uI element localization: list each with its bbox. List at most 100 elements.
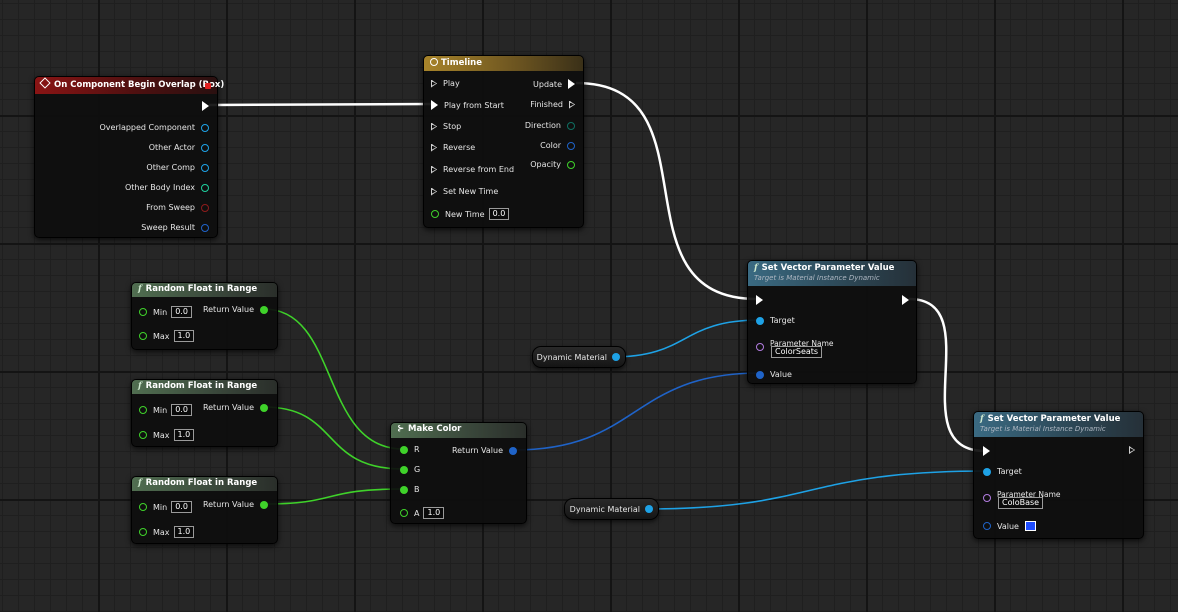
pin-row-other-body-index[interactable]: Other Body Index [125,183,209,192]
make-color-node[interactable]: ⊱ Make Color R G B A 1.0 Return Value [390,422,527,524]
return-value-row[interactable]: Return Value [203,403,268,412]
exec-input-pin[interactable] [431,122,437,131]
exec-input-row[interactable] [756,295,763,305]
max-field[interactable]: 1.0 [173,429,195,441]
b-row[interactable]: B [400,485,420,494]
a-field[interactable]: 1.0 [423,507,445,519]
pin-row-overlapped-component[interactable]: Overlapped Component [99,123,209,132]
color-swatch[interactable] [1024,521,1036,531]
float-pin[interactable] [139,308,147,316]
max-field[interactable]: 1.0 [173,526,195,538]
value-row[interactable]: Value [756,370,792,379]
pin-row-sweep-result[interactable]: Sweep Result [141,223,209,232]
float-pin[interactable] [260,500,268,509]
float-pin[interactable] [139,332,147,340]
min-row[interactable]: Min 0.0 [139,404,192,416]
struct-pin[interactable] [201,223,209,232]
object-pin[interactable] [201,123,209,132]
r-row[interactable]: R [400,445,420,454]
struct-pin[interactable] [983,522,991,530]
timeline-input-play[interactable]: Play [431,79,460,88]
min-field[interactable]: 0.0 [171,306,192,318]
float-pin[interactable] [139,431,147,439]
exec-input-pin[interactable] [431,187,437,196]
timeline-input-reverse[interactable]: Reverse [431,143,475,152]
timeline-input-reverse-from-end[interactable]: Reverse from End [431,165,514,174]
int-pin[interactable] [201,183,209,192]
object-pin[interactable] [983,467,991,476]
random-float-node-2[interactable]: f Random Float in Range Min 0.0 Max 1.0 Ret… [131,379,278,447]
min-row[interactable]: Min 0.0 [139,501,192,513]
return-value-row[interactable]: Return Value [203,305,268,314]
pin-row-other-comp[interactable]: Other Comp [146,163,209,172]
struct-pin[interactable] [567,141,575,150]
timeline-input-stop[interactable]: Stop [431,122,461,131]
exec-input-pin[interactable] [431,79,437,88]
exec-output-row[interactable] [902,295,909,305]
timeline-output-direction[interactable]: Direction [525,121,575,130]
dynamic-material-getter-1[interactable]: Dynamic Material [532,346,626,368]
set-vector-param-node-2[interactable]: f Set Vector Parameter Value Target is Mat… [973,411,1144,539]
random-float-node-1[interactable]: f Random Float in Range Min 0.0 Max 1.0 Ret… [131,282,278,350]
set-vector-param-node-1[interactable]: f Set Vector Parameter Value Target is Mat… [747,260,917,384]
max-field[interactable]: 1.0 [173,330,195,342]
exec-input-row[interactable] [983,446,990,456]
object-pin[interactable] [201,163,209,172]
timeline-output-update[interactable]: Update [533,79,575,89]
target-row[interactable]: Target [756,316,795,325]
struct-pin[interactable] [509,446,517,455]
parameter-name-field[interactable]: ColoBase [998,497,1044,509]
enum-pin[interactable] [567,121,575,130]
a-row[interactable]: A 1.0 [400,507,445,519]
parameter-name-field[interactable]: ColorSeats [771,346,823,358]
exec-output-row[interactable] [1129,446,1135,454]
timeline-output-finished[interactable]: Finished [530,100,575,109]
target-row[interactable]: Target [983,467,1022,476]
exec-input-pin[interactable] [756,295,763,305]
exec-input-pin[interactable] [431,100,438,110]
float-pin[interactable] [260,403,268,412]
pin-row-other-actor[interactable]: Other Actor [149,143,209,152]
timeline-input-new-time[interactable]: New Time 0.0 [431,208,510,220]
max-row[interactable]: Max 1.0 [139,330,195,342]
min-field[interactable]: 0.0 [171,404,192,416]
random-float-node-3[interactable]: f Random Float in Range Min 0.0 Max 1.0 Ret… [131,476,278,544]
exec-output-pin[interactable] [902,295,909,305]
timeline-node[interactable]: Timeline Play Play from Start Stop Rever… [423,55,584,228]
float-pin[interactable] [567,160,575,169]
exec-output-pin[interactable] [568,79,575,89]
return-value-row[interactable]: Return Value [452,446,517,455]
return-value-row[interactable]: Return Value [203,500,268,509]
value-row[interactable]: Value [983,521,1036,531]
min-field[interactable]: 0.0 [171,501,192,513]
name-pin[interactable] [756,343,764,351]
object-pin[interactable] [612,353,620,361]
float-pin[interactable] [400,465,408,474]
float-pin[interactable] [139,503,147,511]
float-pin[interactable] [139,528,147,536]
exec-input-pin[interactable] [983,446,990,456]
timeline-output-color[interactable]: Color [540,141,575,150]
g-row[interactable]: G [400,465,420,474]
timeline-input-play-from-start[interactable]: Play from Start [431,100,504,110]
param-name-block[interactable]: Parameter Name ColoBase [983,486,1061,509]
exec-output-pin[interactable] [1129,446,1135,454]
max-row[interactable]: Max 1.0 [139,429,195,441]
new-time-field[interactable]: 0.0 [488,208,510,220]
struct-pin[interactable] [756,370,764,379]
object-pin[interactable] [756,316,764,325]
timeline-input-set-new-time[interactable]: Set New Time [431,187,498,196]
max-row[interactable]: Max 1.0 [139,526,195,538]
bool-pin[interactable] [201,203,209,212]
dynamic-material-getter-2[interactable]: Dynamic Material [564,498,659,520]
delegate-pin[interactable] [205,83,211,89]
exec-output-pin[interactable] [569,100,575,109]
event-node-begin-overlap[interactable]: On Component Begin Overlap (Box) Overlap… [34,76,224,238]
object-pin[interactable] [645,505,653,513]
object-pin[interactable] [201,143,209,152]
pin-row-from-sweep[interactable]: From Sweep [146,203,209,212]
name-pin[interactable] [983,494,991,502]
float-pin[interactable] [431,210,439,218]
float-pin[interactable] [260,305,268,314]
float-pin[interactable] [400,445,408,454]
